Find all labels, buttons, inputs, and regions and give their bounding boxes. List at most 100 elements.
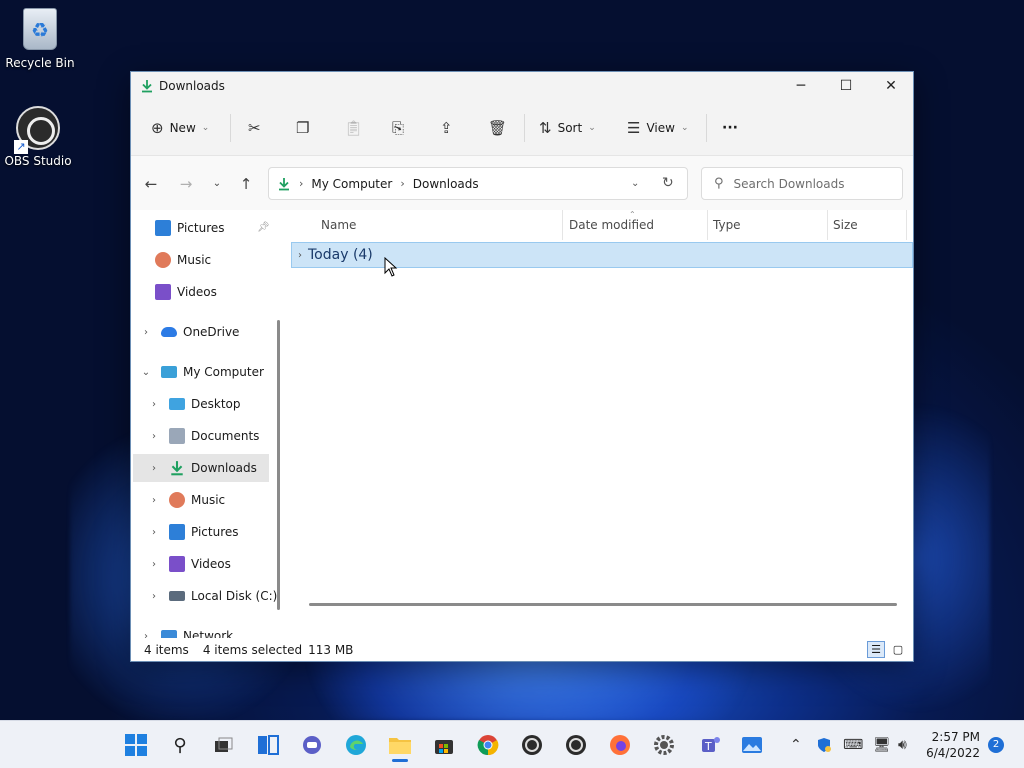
command-bar: ⊕ New ⌄ ✂ ❐ 📋︎ ⎘ ⇪ 🗑︎ ⇅ Sort ⌄ ☰ View ⌄ …: [131, 100, 913, 156]
address-dropdown-chevron-icon[interactable]: ⌄: [631, 168, 639, 199]
videos-icon: [155, 284, 171, 300]
chevron-down-icon: ⌄: [680, 123, 689, 133]
nav-item-documents[interactable]: › Documents: [147, 422, 281, 450]
back-arrow-icon[interactable]: ←: [140, 173, 162, 195]
column-header-type[interactable]: Type: [713, 218, 741, 232]
explorer-body: Pictures 📌︎ Music Videos › OneDrive ⌄ My…: [131, 210, 913, 640]
windows-logo-icon: [125, 734, 147, 756]
column-header-size[interactable]: Size: [833, 218, 858, 232]
chat-icon[interactable]: [298, 731, 326, 759]
refresh-icon[interactable]: ↻: [662, 168, 674, 199]
group-label: Today (4): [308, 247, 373, 263]
store-icon[interactable]: [430, 731, 458, 759]
column-divider[interactable]: [906, 210, 907, 240]
desktop-icon-recycle-bin[interactable]: Recycle Bin: [0, 8, 80, 70]
nav-item-desktop[interactable]: › Desktop: [147, 390, 281, 418]
new-label: New: [169, 121, 196, 135]
nav-item-music[interactable]: › Music: [147, 486, 281, 514]
maximize-button[interactable]: ☐: [823, 72, 869, 100]
nav-item-videos-quick[interactable]: Videos: [155, 278, 281, 306]
obs-studio-taskbar-icon-2[interactable]: [562, 731, 590, 759]
nav-item-my-computer[interactable]: ⌄ My Computer: [139, 358, 277, 386]
sort-arrows-icon: ⇅: [539, 119, 552, 137]
desktop-icon-label: OBS Studio: [4, 154, 72, 168]
music-icon: [155, 252, 171, 268]
chevron-down-icon: ⌄: [201, 123, 210, 133]
widgets-icon[interactable]: [254, 731, 282, 759]
search-icon: ⚲: [714, 176, 724, 191]
chrome-icon[interactable]: [474, 731, 502, 759]
search-icon[interactable]: ⚲: [166, 731, 194, 759]
sort-button[interactable]: ⇅ Sort ⌄: [539, 116, 596, 140]
nav-item-pictures[interactable]: › Pictures: [147, 518, 281, 546]
large-icons-view-icon[interactable]: ▢: [889, 641, 907, 658]
nav-item-videos[interactable]: › Videos: [147, 550, 281, 578]
more-options-button[interactable]: ···: [722, 116, 738, 140]
view-button[interactable]: ☰ View ⌄: [627, 116, 688, 140]
nav-item-onedrive[interactable]: › OneDrive: [139, 318, 277, 346]
delete-button[interactable]: 🗑︎: [488, 116, 507, 140]
scissors-icon: ✂: [248, 119, 261, 137]
paste-button[interactable]: 📋︎: [344, 116, 363, 140]
download-icon: [142, 80, 152, 93]
nav-label: Pictures: [177, 221, 225, 235]
pin-icon[interactable]: 📌︎: [257, 222, 270, 233]
nav-item-local-disk[interactable]: › Local Disk (C:): [147, 582, 281, 610]
nav-item-downloads[interactable]: › Downloads: [133, 454, 269, 482]
start-button[interactable]: [122, 731, 150, 759]
download-icon: [279, 177, 289, 190]
column-divider[interactable]: [707, 210, 708, 240]
edge-icon[interactable]: [342, 731, 370, 759]
recent-locations-chevron-icon[interactable]: ⌄: [206, 173, 228, 195]
file-list-area[interactable]: Name ⌃ Date modified Type Size › Today (…: [289, 210, 913, 640]
chevron-right-icon[interactable]: ›: [298, 250, 302, 261]
clock[interactable]: 2:57 PM 6/4/2022: [926, 729, 980, 761]
show-hidden-icons-chevron[interactable]: ⌃: [790, 721, 802, 768]
share-button[interactable]: ⇪: [440, 116, 453, 140]
nav-pane-scrollbar[interactable]: [277, 320, 280, 610]
volume-icon[interactable]: 🔊︎: [898, 721, 907, 768]
column-divider[interactable]: [827, 210, 828, 240]
column-header-name[interactable]: Name: [321, 218, 356, 232]
active-app-indicator: [392, 759, 408, 762]
nav-label: Local Disk (C:): [191, 589, 278, 603]
photos-icon[interactable]: [738, 731, 766, 759]
firefox-icon[interactable]: [606, 731, 634, 759]
minimize-button[interactable]: ─: [778, 72, 824, 100]
settings-icon[interactable]: [650, 731, 678, 759]
forward-arrow-icon[interactable]: →: [175, 173, 197, 195]
file-explorer-icon[interactable]: [386, 731, 414, 759]
search-box[interactable]: ⚲ Search Downloads: [701, 167, 903, 200]
chevron-right-icon: ›: [152, 430, 156, 442]
view-label: View: [646, 121, 675, 135]
breadcrumb-my-computer[interactable]: My Computer: [311, 177, 392, 191]
breadcrumb-downloads[interactable]: Downloads: [413, 177, 479, 191]
task-view-icon[interactable]: [210, 731, 238, 759]
column-divider[interactable]: [562, 210, 563, 240]
nav-label: Documents: [191, 429, 260, 443]
teams-icon[interactable]: T: [696, 731, 724, 759]
title-bar[interactable]: Downloads ─ ☐ ✕: [131, 72, 913, 100]
close-button[interactable]: ✕: [868, 72, 914, 100]
nav-label: Videos: [191, 557, 231, 571]
cut-button[interactable]: ✂: [248, 116, 261, 140]
security-shield-icon[interactable]: [816, 721, 832, 768]
copy-button[interactable]: ❐: [296, 116, 309, 140]
rename-button[interactable]: ⎘: [392, 116, 404, 140]
address-bar[interactable]: › My Computer › Downloads ⌄ ↻: [268, 167, 688, 200]
column-header-date-modified[interactable]: Date modified: [569, 218, 654, 232]
clock-time: 2:57 PM: [931, 730, 980, 744]
obs-studio-taskbar-icon[interactable]: [518, 731, 546, 759]
details-view-icon[interactable]: ☰: [867, 641, 885, 658]
up-arrow-icon[interactable]: ↑: [235, 173, 257, 195]
network-status-icon[interactable]: 🖥︎: [873, 721, 891, 768]
keyboard-icon[interactable]: ⌨: [843, 721, 863, 768]
nav-item-music-quick[interactable]: Music: [155, 246, 281, 274]
notification-badge[interactable]: 2: [988, 737, 1004, 753]
breadcrumb-chevron-icon: ›: [299, 177, 304, 190]
desktop-icon-obs-studio[interactable]: ↗ OBS Studio: [0, 106, 78, 168]
nav-label: Music: [177, 253, 212, 267]
new-button[interactable]: ⊕ New ⌄: [151, 116, 209, 140]
chevron-right-icon: ›: [152, 494, 156, 506]
horizontal-scrollbar[interactable]: [309, 603, 897, 606]
